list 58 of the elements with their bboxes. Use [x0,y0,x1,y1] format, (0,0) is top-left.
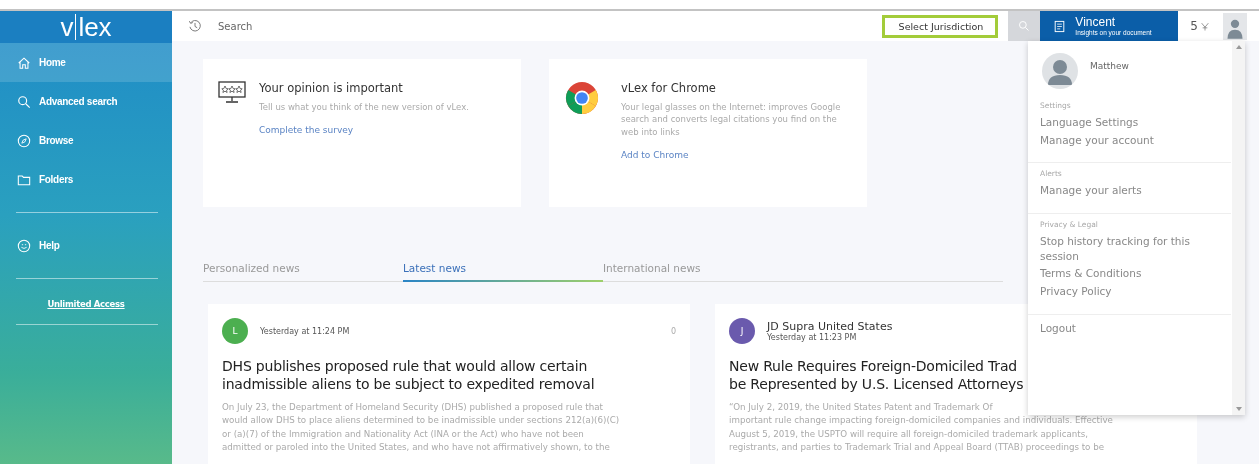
promo-title: Your opinion is important [259,81,404,95]
source-avatar: J [729,318,755,344]
sidebar-item[interactable]: Folders [0,160,172,199]
news-text-line: “On July 2, 2019, the United States Patent and Trademark Of [729,401,994,414]
monitor-stars-icon [217,81,247,105]
news-text-line: important rule change impacting foreign-domiciled companies and individuals. Effective [729,414,1114,428]
news-time: Yesterday at 11:23 PM [767,333,858,342]
promo-text: Your legal glasses on the Internet: improves Google search and converts legal citations you find on the web into links [621,101,842,138]
menu-item[interactable]: Manage your account [1040,132,1220,148]
menu-item[interactable]: Logout [1040,320,1220,336]
promo-link[interactable]: Complete the survey [259,125,354,136]
chrome-icon [565,81,599,115]
sidebar-item[interactable]: Browse [0,121,172,160]
scroll-down-icon[interactable] [1235,407,1242,411]
menu-item[interactable]: Manage your alerts [1040,183,1220,199]
user-avatar[interactable] [1223,12,1247,40]
jurisdiction-select[interactable]: Select Jurisdiction [882,14,999,38]
menu-item[interactable]: Terms & Conditions [1040,266,1220,282]
menu-item[interactable]: Stop history tracking for this session [1040,234,1220,264]
sidebar-item[interactable]: Help [0,226,172,265]
comment-count: 0 [670,326,676,336]
news-text-line: or (a)(7) of the Immigration and Nationality Act (INA or the Act) who have not been [222,427,585,441]
home-icon [17,55,31,70]
user-avatar [1042,53,1078,89]
news-tab[interactable]: International news [603,262,803,281]
news-text-line: admitted or paroled into the United States, and who have not affirmatively shown, to the [222,441,611,455]
compass-icon [17,133,31,148]
folder-icon [17,172,31,187]
news-time: Yesterday at 11:24 PM [260,326,350,336]
news-title-line[interactable]: inadmissible aliens to be subject to expedited removal [222,375,676,393]
help-icon [17,238,31,253]
promo-text: Tell us what you think of the new version of vLex. [259,101,469,114]
search-icon [1018,20,1031,32]
search-button[interactable] [1008,11,1041,41]
news-title-line[interactable]: DHS publishes proposed rule that would allow certain [222,358,676,376]
news-text-line: August 5, 2019, the USPTO will require all foreign-domiciled trademark applicants, [729,427,1089,441]
news-tab[interactable]: Personalized news [203,262,403,281]
news-text-line: would allow DHS to place aliens determined to be inadmissible under sections 212(a)(6)(C) [222,414,621,428]
news-text-line: registrants, and parties to Trademark Trial and Appeal Board (TTAB) proceedings to be [729,441,1106,455]
language-icon[interactable] [1201,20,1209,32]
source-avatar: L [222,318,248,344]
count-label: 5 [1190,19,1198,33]
menu-item[interactable]: Language Settings [1040,115,1220,130]
search-icon [17,94,31,109]
history-icon[interactable] [188,19,202,33]
document-icon [1054,19,1066,33]
source-name: JD Supra United States [767,320,893,333]
news-tab[interactable]: Latest news [403,262,603,282]
menu-item[interactable]: Privacy Policy [1040,284,1220,299]
promo-link[interactable]: Add to Chrome [621,149,689,160]
news-text-line: On July 23, the Department of Homeland Security (DHS) published a proposed rule that [222,401,604,414]
sidebar-item[interactable]: Home [0,43,172,82]
sidebar-item[interactable]: Advanced search [0,82,172,121]
user-name: Matthew [1090,61,1129,71]
scrollbar[interactable] [1232,41,1245,415]
promo-title: vLex for Chrome [621,81,717,95]
unlimited-access-link[interactable]: Unlimited Access [47,299,125,309]
scroll-up-icon[interactable] [1235,45,1242,49]
